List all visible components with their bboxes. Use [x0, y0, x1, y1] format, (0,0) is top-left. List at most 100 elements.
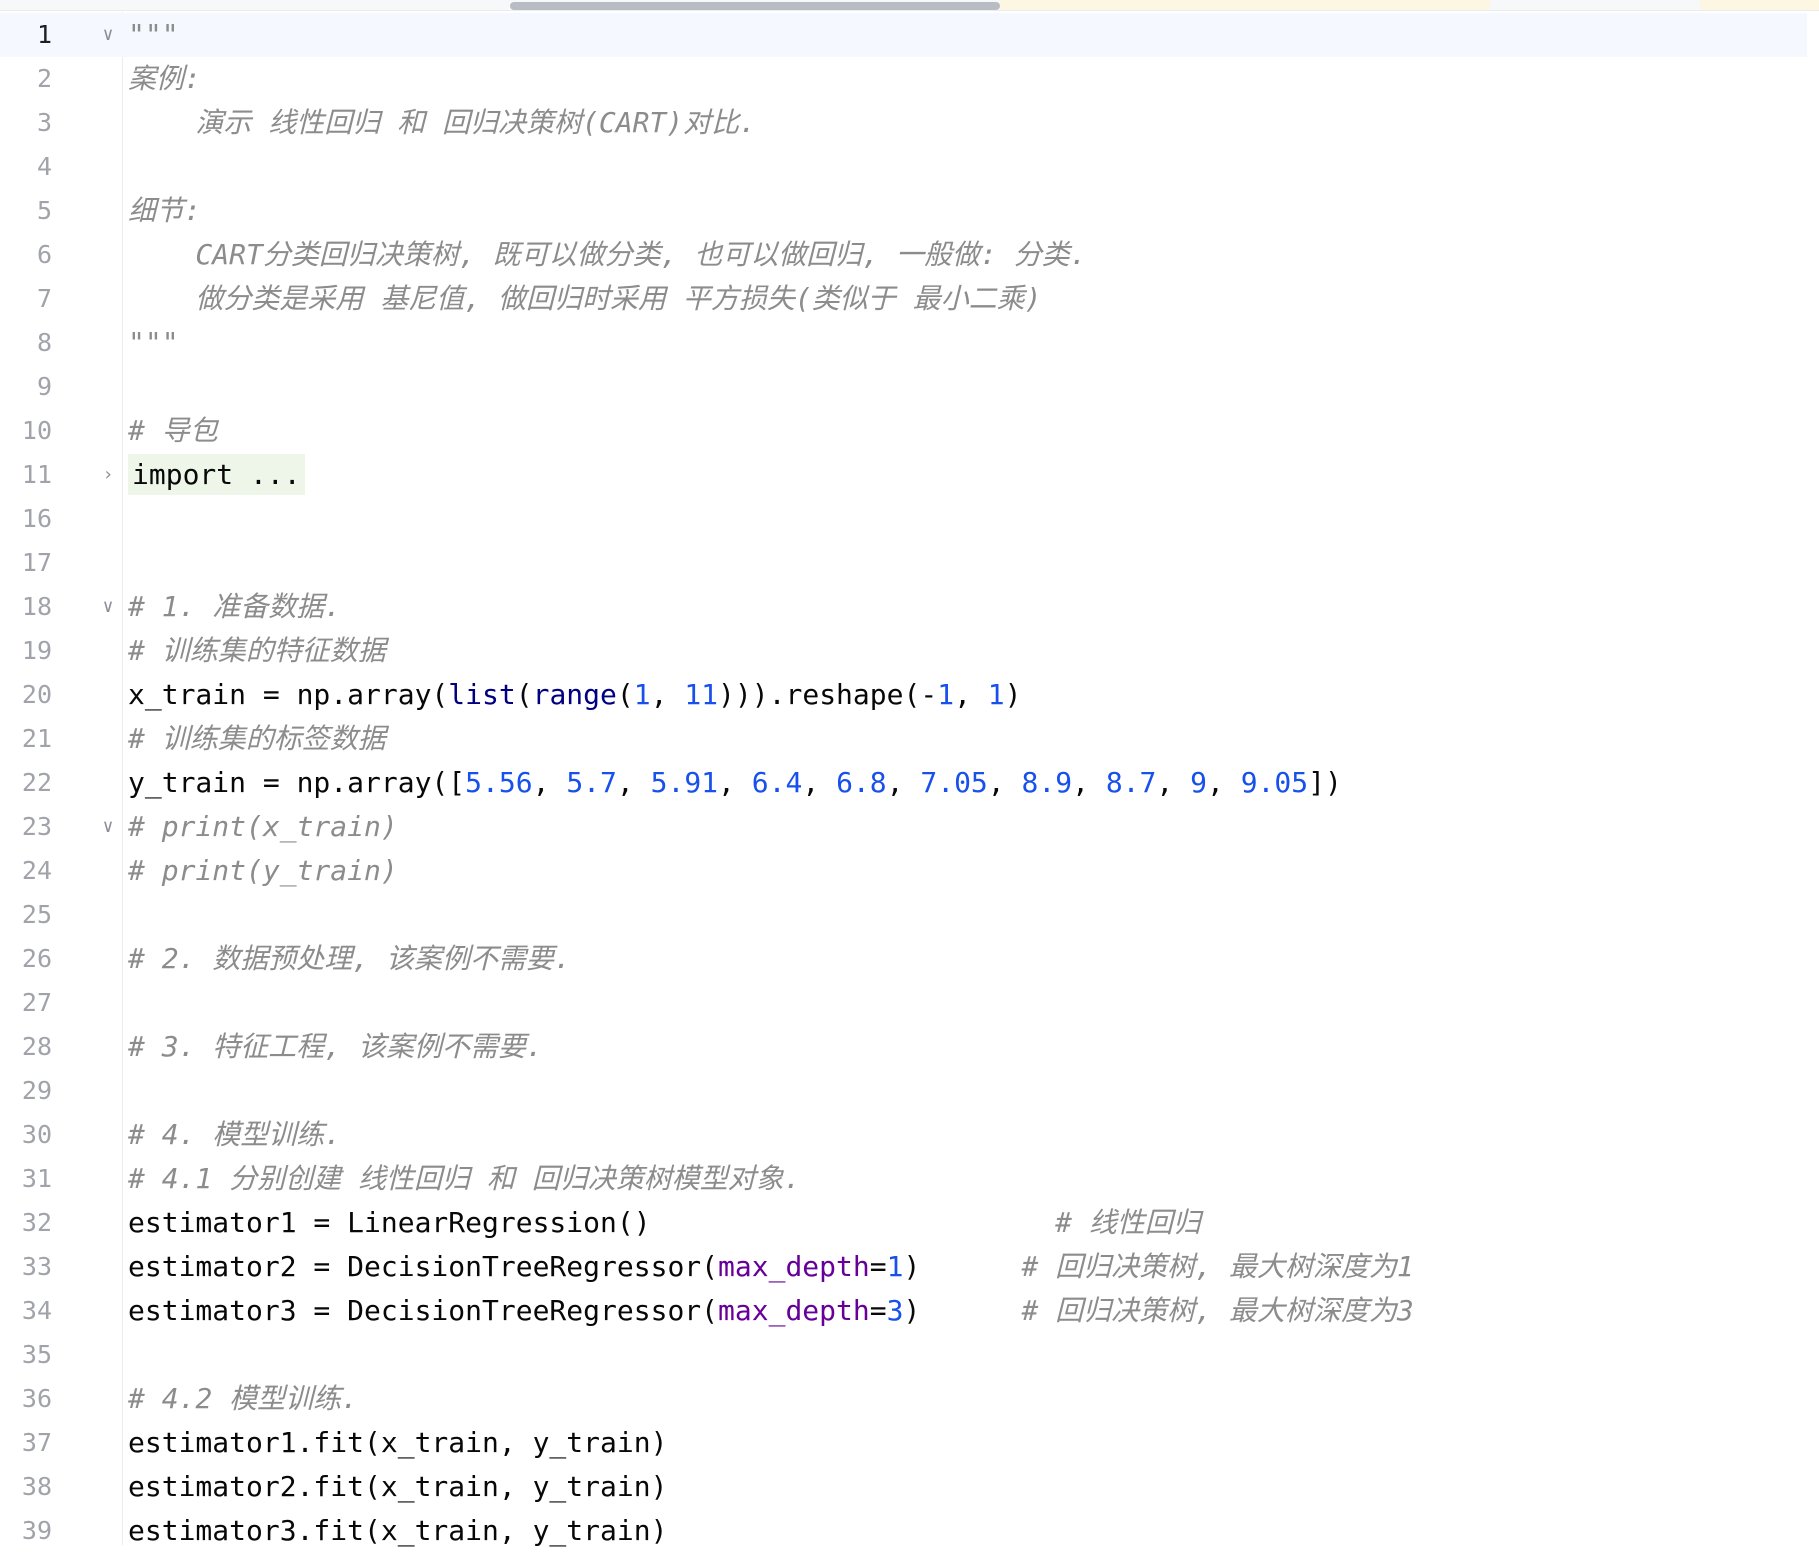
code-text[interactable]: CART分类回归决策树, 既可以做分类, 也可以做回归, 一般做: 分类.	[128, 233, 1086, 277]
code-line[interactable]: 23 ∨ # print(x_train)	[0, 805, 1819, 849]
code-line[interactable]: 32 estimator1 = LinearRegression() # 线性回归	[0, 1201, 1819, 1245]
code-text[interactable]: # 4.2 模型训练.	[128, 1377, 358, 1421]
chevron-down-icon[interactable]: ∨	[98, 585, 118, 629]
code-token: 6.4	[751, 766, 803, 799]
code-token: x_train = np.array(	[128, 678, 449, 711]
code-line[interactable]: 9	[0, 365, 1819, 409]
code-text[interactable]: estimator3.fit(x_train, y_train)	[128, 1509, 667, 1553]
code-line[interactable]: 1 ∨ """	[0, 13, 1819, 57]
code-text[interactable]: estimator2 = DecisionTreeRegressor(max_d…	[128, 1245, 1414, 1289]
code-text[interactable]: # print(x_train)	[128, 805, 398, 849]
code-text[interactable]: 案例:	[128, 57, 201, 101]
chevron-down-icon[interactable]: ∨	[98, 805, 118, 849]
code-text[interactable]: 演示 线性回归 和 回归决策树(CART)对比.	[128, 101, 756, 145]
chevron-right-icon[interactable]: ›	[98, 453, 118, 497]
line-number: 39	[21, 1516, 52, 1545]
code-line[interactable]: 22 y_train = np.array([5.56, 5.7, 5.91, 6…	[0, 761, 1819, 805]
code-line[interactable]: 3 演示 线性回归 和 回归决策树(CART)对比.	[0, 101, 1819, 145]
horizontal-scrollbar-thumb[interactable]	[510, 2, 1000, 10]
code-token: 3	[886, 1294, 904, 1327]
code-line[interactable]: 4	[0, 145, 1819, 189]
code-line[interactable]: 19 # 训练集的特征数据	[0, 629, 1819, 673]
line-number: 35	[21, 1340, 52, 1369]
code-text[interactable]: import ...	[128, 453, 305, 497]
code-text[interactable]: estimator1 = LinearRegression() # 线性回归	[128, 1201, 1201, 1245]
code-line[interactable]: 8 """	[0, 321, 1819, 365]
code-line[interactable]: 7 做分类是采用 基尼值, 做回归时采用 平方损失(类似于 最小二乘)	[0, 277, 1819, 321]
code-line[interactable]: 16	[0, 497, 1819, 541]
code-text[interactable]: # 4.1 分别创建 线性回归 和 回归决策树模型对象.	[128, 1157, 801, 1201]
code-line[interactable]: 37 estimator1.fit(x_train, y_train)	[0, 1421, 1819, 1465]
line-number: 1	[36, 20, 52, 49]
code-line[interactable]: 24 # print(y_train)	[0, 849, 1819, 893]
code-line[interactable]: 10 # 导包	[0, 409, 1819, 453]
code-token: 1	[937, 678, 955, 711]
code-text[interactable]: """	[128, 321, 179, 365]
code-line[interactable]: 26 # 2. 数据预处理, 该案例不需要.	[0, 937, 1819, 981]
chevron-down-icon[interactable]: ∨	[98, 13, 118, 57]
code-text[interactable]: estimator1.fit(x_train, y_train)	[128, 1421, 667, 1465]
code-line[interactable]: 21 # 训练集的标签数据	[0, 717, 1819, 761]
code-token: 细节:	[128, 194, 201, 227]
horizontal-scrollbar[interactable]	[0, 0, 1819, 11]
code-line[interactable]: 27	[0, 981, 1819, 1025]
code-text[interactable]: y_train = np.array([5.56, 5.7, 5.91, 6.4…	[128, 761, 1342, 805]
code-line[interactable]: 34 estimator3 = DecisionTreeRegressor(max…	[0, 1289, 1819, 1333]
code-token: )	[903, 1250, 1022, 1283]
code-editor[interactable]: 1 ∨ """ 2 案例: 3 演示 线性回归 和 回归决策树(CART)对比. 4 5 细节:…	[0, 0, 1819, 1547]
code-line[interactable]: 11 › import ...	[0, 453, 1819, 497]
line-number: 22	[21, 768, 52, 797]
code-token: max_depth	[718, 1294, 870, 1327]
code-line[interactable]: 18 ∨ # 1. 准备数据.	[0, 585, 1819, 629]
code-text[interactable]: """	[128, 13, 179, 57]
code-token: """	[128, 18, 179, 51]
code-text[interactable]: # 导包	[128, 409, 218, 453]
code-line[interactable]: 38 estimator2.fit(x_train, y_train)	[0, 1465, 1819, 1509]
line-number: 7	[36, 284, 52, 313]
code-line[interactable]: 28 # 3. 特征工程, 该案例不需要.	[0, 1025, 1819, 1069]
code-line[interactable]: 36 # 4.2 模型训练.	[0, 1377, 1819, 1421]
code-token: # 回归决策树, 最大树深度为1	[1021, 1250, 1414, 1283]
code-line[interactable]: 17	[0, 541, 1819, 585]
line-number: 29	[21, 1076, 52, 1105]
code-line[interactable]: 25	[0, 893, 1819, 937]
code-text[interactable]: estimator3 = DecisionTreeRegressor(max_d…	[128, 1289, 1414, 1333]
code-line[interactable]: 29	[0, 1069, 1819, 1113]
code-line[interactable]: 30 # 4. 模型训练.	[0, 1113, 1819, 1157]
code-token: estimator2.fit(x_train, y_train)	[128, 1470, 668, 1503]
code-token: 1	[886, 1250, 904, 1283]
code-line[interactable]: 33 estimator2 = DecisionTreeRegressor(max…	[0, 1245, 1819, 1289]
scroll-marker-strip	[1700, 0, 1819, 10]
code-text[interactable]: 细节:	[128, 189, 201, 233]
code-text[interactable]: # 训练集的标签数据	[128, 717, 386, 761]
code-line[interactable]: 39 estimator3.fit(x_train, y_train)	[0, 1509, 1819, 1553]
line-number: 3	[36, 108, 52, 137]
code-text[interactable]: # 2. 数据预处理, 该案例不需要.	[128, 937, 571, 981]
code-line[interactable]: 20 x_train = np.array(list(range(1, 11)))…	[0, 673, 1819, 717]
code-line[interactable]: 6 CART分类回归决策树, 既可以做分类, 也可以做回归, 一般做: 分类.	[0, 233, 1819, 277]
code-token: 5.7	[566, 766, 617, 799]
code-token: 7.05	[920, 766, 988, 799]
vertical-scrollbar[interactable]	[1807, 12, 1819, 1545]
code-token: 案例:	[128, 62, 201, 95]
code-token: 5.91	[650, 766, 719, 799]
code-line[interactable]: 2 案例:	[0, 57, 1819, 101]
code-token: (	[515, 678, 533, 711]
code-lines[interactable]: 1 ∨ """ 2 案例: 3 演示 线性回归 和 回归决策树(CART)对比. 4 5 细节:…	[0, 13, 1819, 1553]
code-text[interactable]: # 3. 特征工程, 该案例不需要.	[128, 1025, 543, 1069]
code-text[interactable]: # 训练集的特征数据	[128, 629, 386, 673]
code-text[interactable]: # 1. 准备数据.	[128, 585, 341, 629]
code-line[interactable]: 5 细节:	[0, 189, 1819, 233]
code-text[interactable]: x_train = np.array(list(range(1, 11))).r…	[128, 673, 1022, 717]
code-token: estimator3.fit(x_train, y_train)	[128, 1514, 668, 1547]
line-number: 25	[21, 900, 52, 929]
code-text[interactable]: # print(y_train)	[128, 849, 398, 893]
code-line[interactable]: 31 # 4.1 分别创建 线性回归 和 回归决策树模型对象.	[0, 1157, 1819, 1201]
code-text[interactable]: 做分类是采用 基尼值, 做回归时采用 平方损失(类似于 最小二乘)	[128, 277, 1041, 321]
code-text[interactable]: estimator2.fit(x_train, y_train)	[128, 1465, 667, 1509]
line-number: 28	[21, 1032, 52, 1061]
folded-imports[interactable]: import ...	[128, 454, 305, 495]
code-token: estimator1.fit(x_train, y_train)	[128, 1426, 668, 1459]
code-line[interactable]: 35	[0, 1333, 1819, 1377]
code-text[interactable]: # 4. 模型训练.	[128, 1113, 341, 1157]
